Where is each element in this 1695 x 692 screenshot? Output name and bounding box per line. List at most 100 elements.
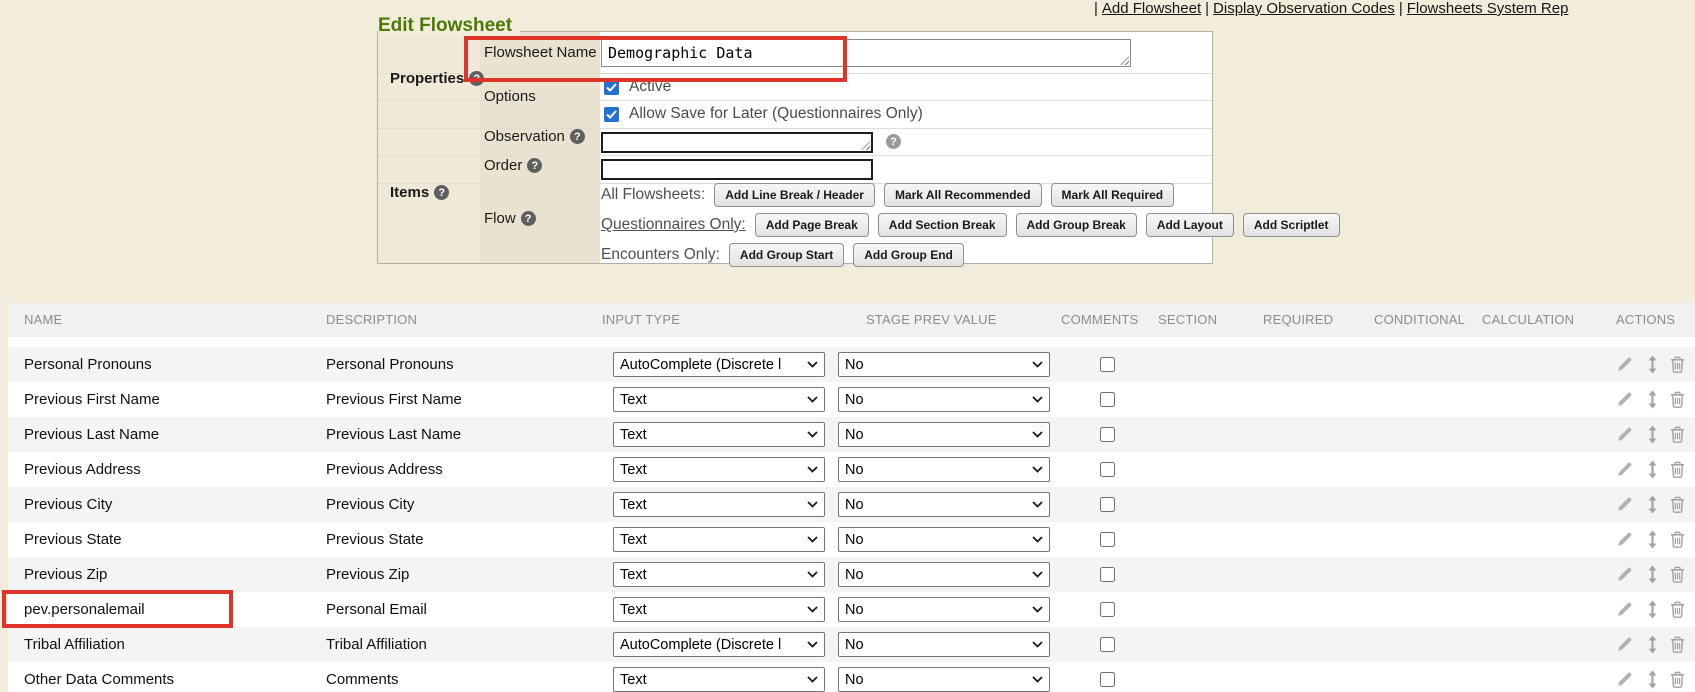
mark-all-recommended-button[interactable]: Mark All Recommended <box>884 183 1042 207</box>
edit-pencil-icon[interactable] <box>1616 461 1633 483</box>
add-group-end-button[interactable]: Add Group End <box>853 243 964 267</box>
resize-grip-icon[interactable] <box>861 141 870 150</box>
stage-prev-value-select[interactable]: No <box>838 632 1050 657</box>
flowsheet-name-input[interactable]: Demographic Data <box>601 39 1131 67</box>
input-type-select[interactable]: Text <box>613 387 825 412</box>
comments-checkbox[interactable] <box>1100 392 1115 407</box>
move-updown-icon[interactable] <box>1647 495 1658 519</box>
stage-prev-value: No <box>845 497 1028 513</box>
chevron-down-icon <box>807 466 818 473</box>
edit-pencil-icon[interactable] <box>1616 531 1633 553</box>
add-section-break-button[interactable]: Add Section Break <box>878 213 1007 237</box>
input-type-select[interactable]: Text <box>613 667 825 692</box>
delete-trash-icon[interactable] <box>1670 461 1685 483</box>
stage-prev-value-select[interactable]: No <box>838 527 1050 552</box>
move-updown-icon[interactable] <box>1647 600 1658 624</box>
input-type-value: AutoComplete (Discrete l <box>620 637 803 653</box>
row-description: Previous State <box>326 522 424 557</box>
comments-checkbox[interactable] <box>1100 567 1115 582</box>
stage-prev-value-select[interactable]: No <box>838 457 1050 482</box>
input-type-select[interactable]: Text <box>613 422 825 447</box>
stage-prev-value-select[interactable]: No <box>838 597 1050 622</box>
delete-trash-icon[interactable] <box>1670 356 1685 378</box>
delete-trash-icon[interactable] <box>1670 566 1685 588</box>
row-description: Personal Email <box>326 592 427 627</box>
properties-label-text: Properties <box>390 70 464 87</box>
column-header-actions: ACTIONS <box>1616 312 1675 327</box>
options-label: Options <box>484 88 536 105</box>
delete-trash-icon[interactable] <box>1670 531 1685 553</box>
edit-pencil-icon[interactable] <box>1616 566 1633 588</box>
input-type-select[interactable]: Text <box>613 597 825 622</box>
chevron-down-icon <box>807 571 818 578</box>
nav-link-flowsheets-system-rep[interactable]: Flowsheets System Rep <box>1407 0 1569 17</box>
comments-checkbox[interactable] <box>1100 637 1115 652</box>
chevron-down-icon <box>807 431 818 438</box>
move-updown-icon[interactable] <box>1647 460 1658 484</box>
stage-prev-value-select[interactable]: No <box>838 387 1050 412</box>
delete-trash-icon[interactable] <box>1670 601 1685 623</box>
nav-link-display-observation-codes[interactable]: Display Observation Codes <box>1213 0 1395 17</box>
observation-input[interactable] <box>601 132 873 153</box>
stage-prev-value-select[interactable]: No <box>838 352 1050 377</box>
checkbox-checked-icon[interactable] <box>604 80 619 95</box>
move-updown-icon[interactable] <box>1647 565 1658 589</box>
table-row-previous-address: Previous Address Previous Address Text N… <box>8 452 1695 487</box>
edit-pencil-icon[interactable] <box>1616 426 1633 448</box>
add-group-break-button[interactable]: Add Group Break <box>1016 213 1137 237</box>
delete-trash-icon[interactable] <box>1670 391 1685 413</box>
input-type-select[interactable]: AutoComplete (Discrete l <box>613 352 825 377</box>
input-type-select[interactable]: Text <box>613 527 825 552</box>
add-layout-button[interactable]: Add Layout <box>1146 213 1234 237</box>
edit-pencil-icon[interactable] <box>1616 356 1633 378</box>
comments-checkbox[interactable] <box>1100 672 1115 687</box>
move-updown-icon[interactable] <box>1647 670 1658 692</box>
comments-checkbox[interactable] <box>1100 357 1115 372</box>
chevron-down-icon <box>1032 641 1043 648</box>
add-line-break-header-button[interactable]: Add Line Break / Header <box>714 183 875 207</box>
comments-checkbox[interactable] <box>1100 462 1115 477</box>
delete-trash-icon[interactable] <box>1670 496 1685 518</box>
delete-trash-icon[interactable] <box>1670 671 1685 692</box>
help-icon[interactable]: ? <box>469 71 484 86</box>
checkbox-checked-icon[interactable] <box>604 107 619 122</box>
chevron-down-icon <box>807 396 818 403</box>
order-input[interactable] <box>601 159 873 180</box>
add-scriptlet-button[interactable]: Add Scriptlet <box>1243 213 1340 237</box>
row-description: Previous Zip <box>326 557 409 592</box>
delete-trash-icon[interactable] <box>1670 426 1685 448</box>
move-updown-icon[interactable] <box>1647 355 1658 379</box>
stage-prev-value-select[interactable]: No <box>838 667 1050 692</box>
comments-checkbox[interactable] <box>1100 497 1115 512</box>
move-updown-icon[interactable] <box>1647 530 1658 554</box>
stage-prev-value-select[interactable]: No <box>838 492 1050 517</box>
stage-prev-value-select[interactable]: No <box>838 562 1050 587</box>
nav-link-add-flowsheet[interactable]: Add Flowsheet <box>1102 0 1201 17</box>
input-type-select[interactable]: Text <box>613 492 825 517</box>
help-icon[interactable]: ? <box>527 158 542 173</box>
move-updown-icon[interactable] <box>1647 635 1658 659</box>
help-icon[interactable]: ? <box>521 211 536 226</box>
comments-checkbox[interactable] <box>1100 602 1115 617</box>
edit-pencil-icon[interactable] <box>1616 496 1633 518</box>
edit-pencil-icon[interactable] <box>1616 601 1633 623</box>
comments-checkbox[interactable] <box>1100 532 1115 547</box>
move-updown-icon[interactable] <box>1647 425 1658 449</box>
input-type-select[interactable]: Text <box>613 562 825 587</box>
help-icon[interactable]: ? <box>570 129 585 144</box>
stage-prev-value-select[interactable]: No <box>838 422 1050 447</box>
mark-all-required-button[interactable]: Mark All Required <box>1051 183 1175 207</box>
edit-pencil-icon[interactable] <box>1616 391 1633 413</box>
edit-pencil-icon[interactable] <box>1616 636 1633 658</box>
add-group-start-button[interactable]: Add Group Start <box>729 243 844 267</box>
comments-checkbox[interactable] <box>1100 427 1115 442</box>
edit-pencil-icon[interactable] <box>1616 671 1633 692</box>
help-icon[interactable]: ? <box>434 185 449 200</box>
delete-trash-icon[interactable] <box>1670 636 1685 658</box>
input-type-select[interactable]: Text <box>613 457 825 482</box>
input-type-select[interactable]: AutoComplete (Discrete l <box>613 632 825 657</box>
stage-prev-value: No <box>845 567 1028 583</box>
observation-help-icon[interactable]: ? <box>886 134 901 149</box>
move-updown-icon[interactable] <box>1647 390 1658 414</box>
add-page-break-button[interactable]: Add Page Break <box>755 213 869 237</box>
